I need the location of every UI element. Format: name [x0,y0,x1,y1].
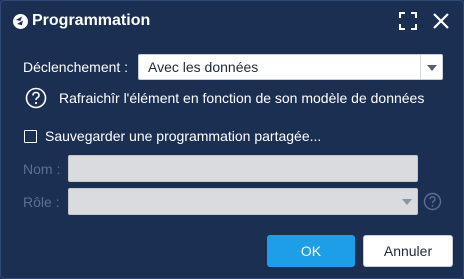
dialog-titlebar[interactable]: Programmation [1,1,463,41]
share-checkbox[interactable] [24,130,37,143]
cancel-button[interactable]: Annuler [363,235,453,267]
chevron-down-icon[interactable] [420,55,442,79]
share-checkbox-label[interactable]: Sauvegarder une programmation partagée..… [45,127,321,145]
help-icon[interactable] [25,87,47,114]
programmation-dialog: Programmation Déclenchement : Avec les d… [0,0,464,279]
trigger-help-text: Rafraichîr l'élément en fonction de son … [59,90,425,106]
role-label: Rôle : [23,194,60,210]
trigger-select-value: Avec les données [148,59,259,75]
chevron-down-icon [397,189,417,214]
trigger-label: Déclenchement : [23,59,129,75]
maximize-icon[interactable] [398,11,418,31]
name-input[interactable] [68,155,418,182]
ok-button[interactable]: OK [267,235,355,267]
name-label: Nom : [23,161,61,177]
role-help-icon[interactable] [423,192,442,216]
dialog-title: Programmation [32,12,151,29]
app-logo-icon [12,13,29,30]
close-icon[interactable] [431,11,451,31]
trigger-select[interactable]: Avec les données [138,54,443,80]
role-select[interactable] [68,188,418,215]
